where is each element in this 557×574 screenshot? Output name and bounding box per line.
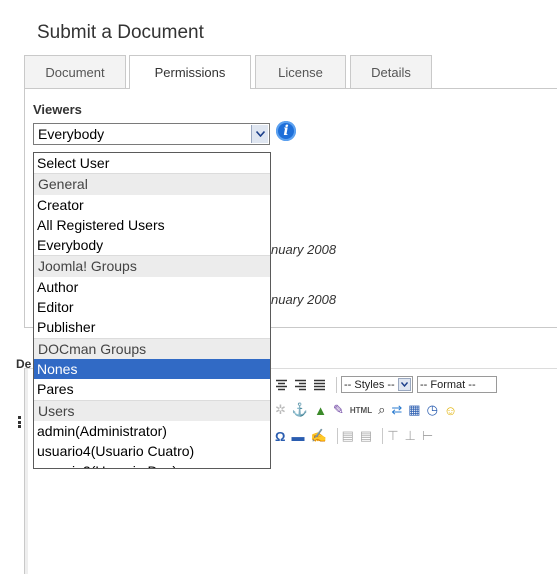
- dropdown-option[interactable]: Creator: [34, 195, 270, 215]
- tab-permissions-label: Permissions: [154, 65, 226, 80]
- insert-date-icon[interactable]: ▦: [408, 402, 420, 418]
- dropdown-option[interactable]: usuario2(Usuario Dos): [34, 461, 270, 468]
- viewers-dropdown-list[interactable]: Select User General Creator All Registered …: [33, 152, 271, 469]
- emoticon-icon[interactable]: ☺: [444, 403, 457, 418]
- chevron-down-icon[interactable]: [397, 378, 411, 391]
- cleanup-icon[interactable]: ✎: [333, 402, 344, 418]
- format-dropdown[interactable]: -- Format --: [417, 376, 497, 393]
- tab-permissions[interactable]: Permissions: [129, 55, 251, 89]
- toolbar-separator: [382, 428, 384, 444]
- panel-border-left: [24, 88, 25, 328]
- dropdown-option[interactable]: Editor: [34, 297, 270, 317]
- viewers-label: Viewers: [33, 102, 82, 117]
- delete-row-icon[interactable]: ⊥: [405, 428, 416, 444]
- html-source-icon[interactable]: HTML: [350, 406, 372, 415]
- dropdown-option[interactable]: Nones: [34, 358, 270, 380]
- styles-dropdown-label: -- Styles --: [344, 378, 395, 391]
- align-justify-icon[interactable]: [313, 379, 326, 391]
- dropdown-option[interactable]: usuario4(Usuario Cuatro): [34, 441, 270, 461]
- viewers-select[interactable]: Everybody: [33, 123, 270, 145]
- dropdown-option[interactable]: Pares: [34, 379, 270, 399]
- edit-icon[interactable]: ✍: [310, 428, 326, 444]
- dropdown-group-header: DOCman Groups: [34, 337, 270, 359]
- viewers-select-value: Everybody: [38, 126, 105, 142]
- spellcheck-icon[interactable]: ✲: [275, 402, 286, 418]
- editor-margin: [25, 369, 28, 574]
- page-title: Submit a Document: [37, 22, 204, 43]
- format-dropdown-label: -- Format --: [420, 378, 476, 391]
- horizontal-rule-icon[interactable]: ▬: [291, 429, 304, 444]
- chevron-down-icon[interactable]: [251, 125, 268, 143]
- tab-license-label: License: [278, 64, 323, 80]
- toolbar-grip-icon[interactable]: [18, 416, 21, 428]
- date-text: nuary 2008: [271, 292, 337, 307]
- replace-icon[interactable]: ⇄: [391, 402, 402, 418]
- dropdown-option[interactable]: Author: [34, 277, 270, 297]
- find-icon[interactable]: ⌕: [378, 402, 385, 418]
- info-icon[interactable]: i: [276, 121, 296, 141]
- insert-row-icon[interactable]: ⊤: [387, 428, 398, 444]
- anchor-icon[interactable]: ⚓: [292, 402, 308, 418]
- dropdown-option[interactable]: All Registered Users: [34, 215, 270, 235]
- insert-image-icon[interactable]: ▲: [314, 403, 327, 418]
- toolbar-separator: [336, 428, 338, 444]
- dropdown-option[interactable]: Publisher: [34, 317, 270, 337]
- dropdown-group-header: General: [34, 173, 270, 195]
- editor-toolbar-row-1: -- Styles -- -- Format --: [275, 376, 501, 393]
- tab-license[interactable]: License: [255, 55, 346, 88]
- styles-dropdown[interactable]: -- Styles --: [341, 376, 413, 393]
- date-text: nuary 2008: [271, 242, 337, 257]
- tabs-divider-right: [251, 88, 557, 89]
- table-icon[interactable]: ▤: [342, 428, 354, 444]
- dropdown-option[interactable]: Select User: [34, 153, 270, 173]
- dropdown-group-header: Joomla! Groups: [34, 255, 270, 277]
- toolbar-separator: [336, 376, 337, 393]
- tab-document[interactable]: Document: [24, 55, 126, 88]
- dropdown-group-header: Users: [34, 399, 270, 421]
- align-right-icon[interactable]: [294, 379, 307, 391]
- table-properties-icon[interactable]: ▤: [360, 428, 372, 444]
- tab-document-label: Document: [45, 64, 105, 80]
- editor-toolbar-row-2: ✲ ⚓ ▲ ✎ HTML ⌕ ⇄ ▦ ◷ ☺: [275, 402, 463, 418]
- special-character-icon[interactable]: Ω: [275, 429, 285, 444]
- align-center-icon[interactable]: [275, 379, 288, 391]
- tab-details-label: Details: [371, 64, 411, 80]
- tabs-divider: [24, 88, 129, 89]
- editor-toolbar-row-3: Ω ▬ ✍ ▤ ▤ ⊤ ⊥ ⊢: [275, 428, 439, 444]
- dropdown-option[interactable]: admin(Administrator): [34, 421, 270, 441]
- tab-details[interactable]: Details: [350, 55, 432, 88]
- insert-time-icon[interactable]: ◷: [427, 402, 438, 418]
- insert-column-icon[interactable]: ⊢: [422, 428, 433, 444]
- dropdown-option[interactable]: Everybody: [34, 235, 270, 255]
